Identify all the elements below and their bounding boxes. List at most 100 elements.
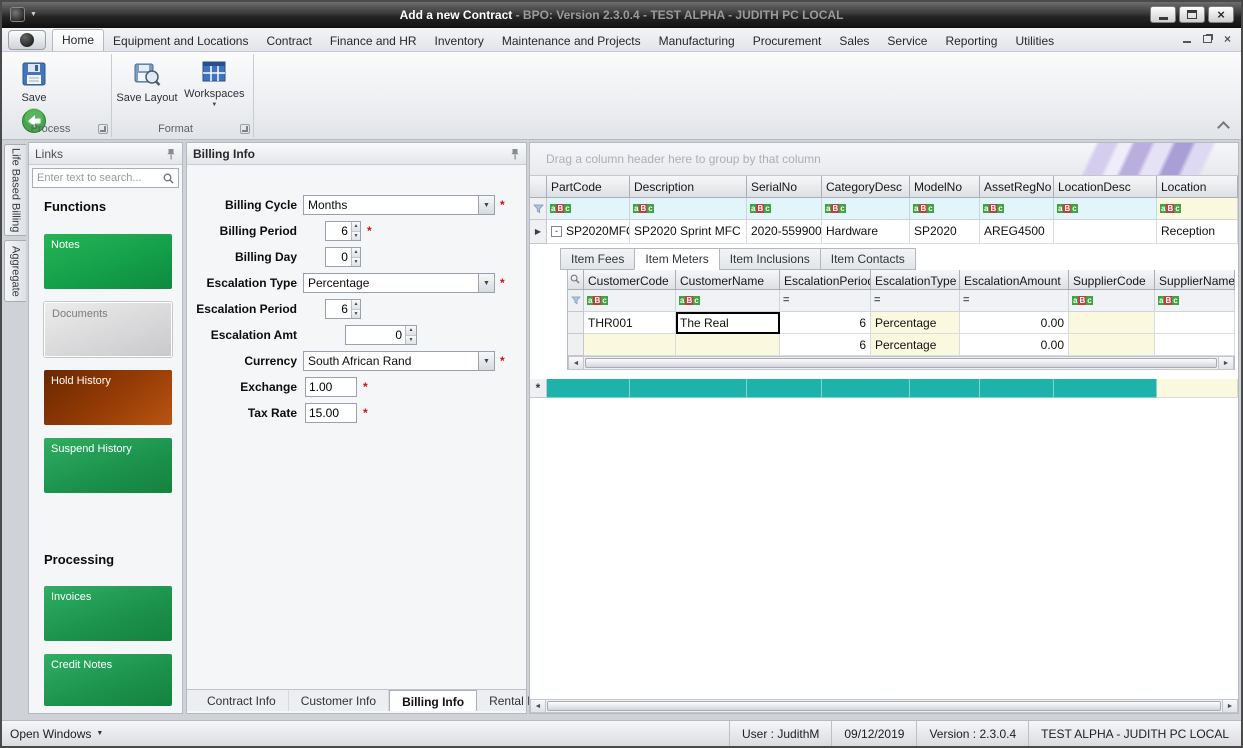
equals-filter-icon[interactable]: = [963, 295, 969, 306]
text-filter-icon[interactable] [1158, 296, 1179, 305]
column-header-escalationamount[interactable]: EscalationAmount [960, 270, 1069, 290]
spin-down-icon[interactable]: ▼ [352, 257, 360, 267]
text-filter-icon[interactable] [550, 204, 571, 213]
grid-new-row[interactable]: * [530, 379, 1238, 398]
grid-horizontal-scrollbar[interactable]: ◄ ► [530, 699, 1238, 713]
new-cell-location[interactable] [1157, 379, 1238, 398]
pin-icon[interactable] [166, 148, 176, 160]
cell-categorydesc[interactable]: Hardware [822, 220, 910, 244]
filter-cell-suppliercode[interactable] [1069, 290, 1155, 312]
column-header-description[interactable]: Description [630, 176, 747, 198]
new-cell-modelno[interactable] [910, 379, 980, 398]
new-cell-assetregno[interactable] [980, 379, 1054, 398]
new-cell-categorydesc[interactable] [822, 379, 910, 398]
cell-customername[interactable] [676, 334, 780, 356]
cell-customername-focused[interactable]: The Real [676, 312, 780, 334]
tab-billing-info[interactable]: Billing Info [389, 690, 477, 711]
filter-cell-customername[interactable] [676, 290, 780, 312]
text-filter-icon[interactable] [1057, 204, 1078, 213]
cell-escalationtype[interactable]: Percentage [871, 334, 960, 356]
cell-suppliercode[interactable] [1069, 334, 1155, 356]
column-header-categorydesc[interactable]: CategoryDesc [822, 176, 910, 198]
column-header-modelno[interactable]: ModelNo [910, 176, 980, 198]
cell-location[interactable]: Reception [1157, 220, 1238, 244]
tax-rate-input[interactable] [306, 404, 356, 422]
save-button[interactable]: Save [8, 57, 60, 104]
spin-up-icon[interactable]: ▲ [406, 326, 416, 335]
escalation-type-combo[interactable]: Percentage ▼ [303, 273, 495, 293]
cell-assetregno[interactable]: AREG4500 [980, 220, 1054, 244]
save-layout-button[interactable]: Save Layout [116, 57, 178, 104]
text-filter-icon[interactable] [587, 296, 608, 305]
detail-horizontal-scrollbar[interactable]: ◄ ► [568, 356, 1234, 370]
column-header-location[interactable]: Location [1157, 176, 1238, 198]
new-cell-description[interactable] [630, 379, 747, 398]
filter-cell-customercode[interactable] [584, 290, 676, 312]
pin-icon[interactable] [510, 148, 520, 160]
spin-down-icon[interactable]: ▼ [406, 335, 416, 345]
collapse-ribbon-icon[interactable] [1215, 119, 1231, 131]
new-cell-serialno[interactable] [747, 379, 822, 398]
new-cell-partcode[interactable] [547, 379, 630, 398]
cell-escalationamount[interactable]: 0.00 [960, 312, 1069, 334]
cell-escalationperiod[interactable]: 6 [780, 312, 871, 334]
ribbon-tab-equipment-and-locations[interactable]: Equipment and Locations [104, 30, 257, 51]
link-button-hold-history[interactable]: Hold History [44, 370, 172, 425]
column-header-suppliername[interactable]: SupplierName [1155, 270, 1235, 290]
equals-filter-icon[interactable]: = [783, 295, 789, 306]
ribbon-tab-sales[interactable]: Sales [830, 30, 878, 51]
open-windows-button[interactable]: Open Windows ▼ [2, 727, 103, 741]
link-button-documents[interactable]: Documents [44, 302, 172, 357]
tab-contract-info[interactable]: Contract Info [195, 690, 289, 711]
link-button-credit-notes[interactable]: Credit Notes [44, 654, 172, 706]
scroll-right-icon[interactable]: ► [1218, 357, 1233, 369]
text-filter-icon[interactable] [679, 296, 700, 305]
collapse-detail-icon[interactable]: - [551, 226, 562, 237]
cell-partcode[interactable]: -SP2020MFC [547, 220, 630, 244]
spin-down-icon[interactable]: ▼ [352, 309, 360, 319]
filter-cell-suppliername[interactable] [1155, 290, 1235, 312]
cell-suppliername[interactable] [1155, 334, 1235, 356]
ribbon-tab-inventory[interactable]: Inventory [426, 30, 493, 51]
filter-cell-serialno[interactable] [747, 198, 822, 220]
links-search-input[interactable] [37, 172, 160, 184]
ribbon-tab-utilities[interactable]: Utilities [1006, 30, 1063, 51]
billing-period-input[interactable] [326, 222, 351, 240]
grid-data-row[interactable]: ▶ -SP2020MFC SP2020 Sprint MFC 2020-5599… [530, 220, 1238, 244]
detail-tab-item-fees[interactable]: Item Fees [560, 248, 634, 270]
ribbon-tab-manufacturing[interactable]: Manufacturing [650, 30, 744, 51]
ribbon-tab-home[interactable]: Home [52, 29, 104, 51]
currency-combo[interactable]: South African Rand ▼ [303, 351, 495, 371]
filter-cell-location[interactable] [1157, 198, 1238, 220]
side-tab-life-based-billing[interactable]: Life Based Billing [4, 144, 26, 236]
tab-customer-info[interactable]: Customer Info [289, 690, 389, 711]
column-header-locationdesc[interactable]: LocationDesc [1054, 176, 1157, 198]
text-filter-icon[interactable] [750, 204, 771, 213]
ribbon-tab-finance-and-hr[interactable]: Finance and HR [321, 30, 426, 51]
minimize-button[interactable] [1150, 6, 1176, 23]
side-tab-aggregate[interactable]: Aggregate [4, 240, 26, 302]
billing-day-input[interactable] [326, 248, 351, 266]
scroll-left-icon[interactable]: ◄ [531, 700, 546, 712]
escalation-period-spinner[interactable]: ▲▼ [325, 299, 361, 319]
tax-rate-field[interactable] [305, 403, 357, 423]
text-filter-icon[interactable] [825, 204, 846, 213]
scroll-right-icon[interactable]: ► [1222, 700, 1237, 712]
scrollbar-thumb[interactable] [585, 358, 1217, 368]
spin-up-icon[interactable]: ▲ [352, 248, 360, 257]
column-header-escalationtype[interactable]: EscalationType [871, 270, 960, 290]
detail-tab-item-meters[interactable]: Item Meters [634, 248, 718, 270]
column-header-customercode[interactable]: CustomerCode [584, 270, 676, 290]
link-button-suspend-history[interactable]: Suspend History [44, 438, 172, 493]
text-filter-icon[interactable] [633, 204, 654, 213]
filter-cell-partcode[interactable] [547, 198, 630, 220]
text-filter-icon[interactable] [1160, 204, 1181, 213]
cell-serialno[interactable]: 2020-559900 [747, 220, 822, 244]
spin-down-icon[interactable]: ▼ [352, 231, 360, 241]
detail-tab-item-contacts[interactable]: Item Contacts [820, 248, 916, 270]
spin-up-icon[interactable]: ▲ [352, 300, 360, 309]
escalation-amt-input[interactable] [346, 326, 405, 344]
equals-filter-icon[interactable]: = [874, 295, 880, 306]
detail-tab-item-inclusions[interactable]: Item Inclusions [719, 248, 820, 270]
cell-locationdesc[interactable] [1054, 220, 1157, 244]
